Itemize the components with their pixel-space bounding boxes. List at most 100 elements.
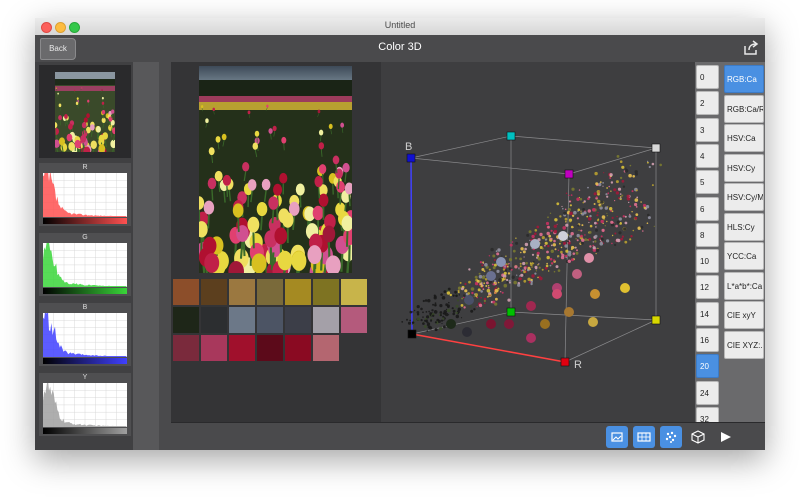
color-swatch[interactable] <box>229 307 255 333</box>
color-point <box>620 283 630 293</box>
bin-button-8[interactable]: 8 <box>696 222 719 247</box>
r-axis-line <box>411 333 566 363</box>
color-point <box>526 333 536 343</box>
color-swatch[interactable] <box>285 307 311 333</box>
bin-button-14[interactable]: 14 <box>696 301 719 326</box>
color-swatch[interactable] <box>201 279 227 305</box>
histogram-y: Y <box>39 373 131 436</box>
histogram-label: Y <box>82 374 88 381</box>
cube-icon <box>691 430 705 444</box>
color-point <box>486 319 496 329</box>
color-point <box>584 253 594 263</box>
histogram-b: B <box>39 303 131 366</box>
color-point <box>590 289 600 299</box>
navigation-bar: Back Color 3D <box>35 35 765 63</box>
color-point <box>504 319 514 329</box>
color-point <box>552 289 562 299</box>
color-point <box>564 307 574 317</box>
bin-button-2[interactable]: 2 <box>696 91 719 116</box>
bottom-toolbar <box>171 422 765 450</box>
bin-button-3[interactable]: 3 <box>696 117 719 142</box>
color-swatch[interactable] <box>257 279 283 305</box>
bin-button-6[interactable]: 6 <box>696 196 719 221</box>
color-space-button[interactable]: HLS:Cy <box>724 212 764 241</box>
color-swatch[interactable] <box>313 307 339 333</box>
color-space-button[interactable]: RGB:Ca/R <box>724 94 764 123</box>
image-icon <box>611 432 623 442</box>
bin-button-16[interactable]: 16 <box>696 328 719 352</box>
palette-view-button[interactable] <box>633 426 655 448</box>
bin-count-list[interactable]: 0 2 3 4 5 6 8 10 12 14 16 20 24 32 <box>695 62 721 422</box>
image-view-button[interactable] <box>606 426 628 448</box>
play-button[interactable] <box>714 426 736 448</box>
share-icon[interactable] <box>743 40 759 56</box>
color-space-list[interactable]: RGB:Ca RGB:Ca/R HSV:Ca HSV:Cy HSV:Cy/M HLS:Cy… <box>721 62 765 422</box>
color-point <box>558 231 568 241</box>
color-swatch[interactable] <box>201 307 227 333</box>
color-space-button[interactable]: CIE XYZ:... <box>724 330 764 359</box>
color-point <box>540 319 550 329</box>
cube-corner-marker <box>560 357 570 367</box>
color-space-button[interactable]: YCC:Ca <box>724 242 764 270</box>
bin-button-32[interactable]: 32 <box>696 406 719 422</box>
color-point <box>486 271 496 281</box>
bin-button-0[interactable]: 0 <box>696 65 719 89</box>
color-swatch[interactable] <box>173 279 199 305</box>
cube-corner-marker <box>506 131 516 141</box>
color-swatch[interactable] <box>285 279 311 305</box>
title-bar: Untitled <box>35 18 765 36</box>
color-swatch[interactable] <box>341 279 367 305</box>
color-space-button[interactable]: HSV:Cy/M <box>724 183 764 211</box>
bin-button-20[interactable]: 20 <box>696 354 719 379</box>
color-point <box>464 295 474 305</box>
cube-corner-marker <box>406 153 416 163</box>
color-point <box>572 269 582 279</box>
color-swatch[interactable] <box>341 307 367 333</box>
sidebar-shadow <box>159 62 171 450</box>
color-point <box>496 257 506 267</box>
scatter-view-button[interactable] <box>660 426 682 448</box>
histogram-label: G <box>82 234 88 241</box>
bin-button-12[interactable]: 12 <box>696 275 719 300</box>
cube-corner-marker <box>407 329 417 339</box>
color-swatch[interactable] <box>257 335 283 361</box>
cube-view-button[interactable] <box>687 426 709 448</box>
cube-corner-marker <box>651 143 661 153</box>
color-swatch[interactable] <box>257 307 283 333</box>
color-swatch[interactable] <box>229 335 255 361</box>
color-point <box>588 317 598 327</box>
histogram-graph <box>43 173 127 224</box>
bin-button-24[interactable]: 24 <box>696 380 719 405</box>
color-swatch[interactable] <box>313 335 339 361</box>
histogram-r: R <box>39 163 131 226</box>
color-space-button[interactable]: HSV:Ca <box>724 124 764 152</box>
play-icon <box>721 432 731 442</box>
color-swatch[interactable] <box>229 279 255 305</box>
histogram-label: R <box>82 164 88 171</box>
color-swatch[interactable] <box>173 335 199 361</box>
selected-image-thumbnail[interactable] <box>39 65 131 158</box>
window-title: Untitled <box>384 20 416 30</box>
color-swatch[interactable] <box>313 279 339 305</box>
color-swatch[interactable] <box>201 335 227 361</box>
b-axis-label: B <box>405 141 412 153</box>
cube-corner-marker <box>651 315 661 325</box>
color-space-button[interactable]: HSV:Cy <box>724 153 764 182</box>
rgb-cube-plot: B R <box>401 131 662 371</box>
tulip-photo <box>199 66 352 273</box>
cube-corner-marker <box>506 307 516 317</box>
grid-icon <box>637 432 651 442</box>
bin-button-10[interactable]: 10 <box>696 249 719 274</box>
color-space-button[interactable]: L*a*b*:Ca <box>724 271 764 300</box>
color-space-button[interactable]: CIE xyY <box>724 301 764 329</box>
scatter-icon <box>665 431 677 443</box>
histogram-g: G <box>39 233 131 296</box>
color-swatch[interactable] <box>285 335 311 361</box>
image-sidebar: R G B Y <box>35 62 133 450</box>
color-3d-plot[interactable]: B R <box>381 62 695 422</box>
color-space-button[interactable]: RGB:Ca <box>724 65 764 93</box>
bin-button-5[interactable]: 5 <box>696 170 719 195</box>
bin-button-4[interactable]: 4 <box>696 143 719 168</box>
color-swatch[interactable] <box>173 307 199 333</box>
color-point <box>530 239 540 249</box>
